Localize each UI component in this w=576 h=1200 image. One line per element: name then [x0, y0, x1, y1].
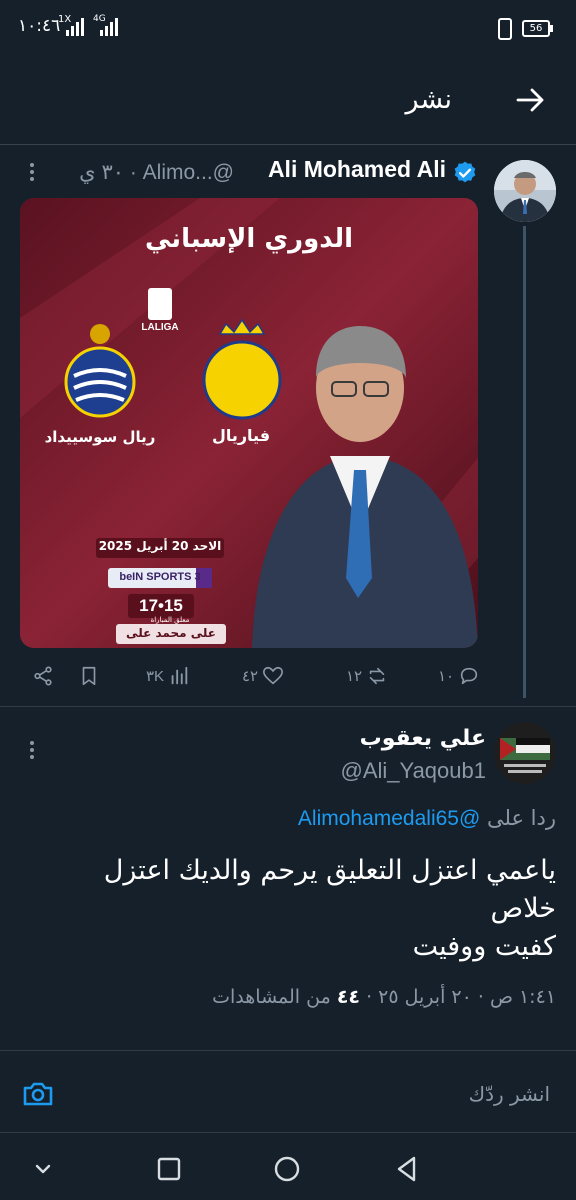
retweet-button[interactable]: ١٢ — [346, 656, 388, 696]
retweet-icon — [369, 667, 385, 685]
composer-divider — [0, 1050, 576, 1051]
reply-body: ياعمي اعتزل التعليق يرحم والديك اعتزل خل… — [36, 852, 556, 966]
mention-link[interactable]: @Alimohamedali65 — [298, 807, 480, 830]
avatar[interactable] — [494, 722, 556, 784]
reply-views-count: ٤٤ — [336, 986, 361, 1008]
bookmark-icon — [82, 666, 96, 686]
reply-body-line: كفيت ووفيت — [412, 931, 556, 962]
composer-bottom-divider — [0, 1132, 576, 1133]
avatar[interactable] — [494, 160, 556, 222]
media-headline: الدوري الإسباني — [145, 224, 353, 254]
like-button[interactable]: ٤٢ — [242, 656, 284, 696]
reply-icon — [460, 667, 478, 685]
tweet-author-name[interactable]: Ali Mohamed Ali — [268, 156, 446, 183]
home-circle-icon[interactable] — [272, 1154, 302, 1184]
status-bar: ١٠:٤٦ 1X 4G 56 — [0, 0, 576, 56]
replying-to: ردا على @Alimohamedali65 — [298, 806, 556, 831]
replying-label: ردا على — [487, 806, 556, 830]
media-team-right: فياريال — [211, 426, 271, 445]
media-team-left: ريال سوسييداد — [44, 428, 156, 446]
back-triangle-icon[interactable] — [392, 1154, 422, 1184]
system-navigation-bar — [0, 1136, 576, 1200]
media-date: الاحد 20 أبريل 2025 — [98, 539, 222, 553]
battery-tip — [550, 25, 553, 32]
reply-input[interactable]: انشر ردّك — [469, 1082, 550, 1106]
media-time: 17•15 — [139, 596, 183, 615]
thread-line — [523, 226, 526, 698]
retweets-count: ١٢ — [346, 668, 363, 685]
share-button[interactable] — [32, 656, 54, 696]
reply-author-name[interactable]: علي يعقوب — [360, 726, 486, 751]
tweet-actions-bar: ٣K ٤٢ ١٢ ١٠ — [0, 656, 576, 696]
views-count: ٣K — [146, 668, 165, 685]
reply-timestamp: ١:٤١ ص · ٢٠ أبريل ٢٥ · — [366, 986, 556, 1008]
tweet-divider — [0, 706, 576, 707]
verified-badge-icon — [454, 161, 476, 183]
tweet-handle-time: ٣٠ ي · Alimo...@ — [79, 161, 234, 184]
reply-body-line: ياعمي اعتزل التعليق يرحم والديك اعتزل — [103, 855, 556, 886]
likes-count: ٤٢ — [242, 668, 259, 685]
share-icon — [34, 666, 52, 686]
reply-meta: ١:٤١ ص · ٢٠ أبريل ٢٥ · ٤٤ من المشاهدات — [212, 986, 556, 1008]
reply-views-label: من المشاهدات — [212, 986, 331, 1008]
reply-button[interactable]: ١٠ — [438, 656, 480, 696]
camera-icon[interactable] — [20, 1076, 56, 1112]
views-button[interactable]: ٣K — [146, 656, 190, 696]
replies-count: ١٠ — [438, 668, 455, 685]
media-commentator: على محمد على — [126, 626, 216, 640]
back-arrow-icon[interactable] — [514, 84, 546, 116]
reply-handle: @Ali_Yaqoub1 — [340, 758, 486, 783]
bookmark-button[interactable] — [78, 656, 100, 696]
more-options-icon[interactable] — [22, 160, 42, 190]
recents-square-icon[interactable] — [154, 1154, 184, 1184]
more-options-icon[interactable] — [22, 738, 42, 768]
chevron-down-icon[interactable] — [28, 1154, 58, 1184]
signal-icon — [66, 16, 88, 36]
battery-icon: 56 — [522, 20, 550, 37]
reply-body-line: خلاص — [490, 893, 556, 924]
tweet-media-image[interactable]: الدوري الإسباني LALIGA فياريال ريال سوسي… — [20, 198, 478, 648]
vibrate-icon — [498, 18, 512, 40]
media-commentary-label: معلق المباراة — [150, 616, 190, 624]
views-icon — [171, 666, 188, 685]
status-time: ١٠:٤٦ — [18, 16, 61, 36]
page-title: نشر — [405, 84, 453, 115]
signal-icon — [100, 16, 122, 36]
header-divider — [0, 144, 576, 145]
media-channel: beIN SPORTS 3 — [119, 571, 201, 583]
media-league: LALIGA — [141, 322, 179, 333]
heart-icon — [263, 666, 284, 685]
